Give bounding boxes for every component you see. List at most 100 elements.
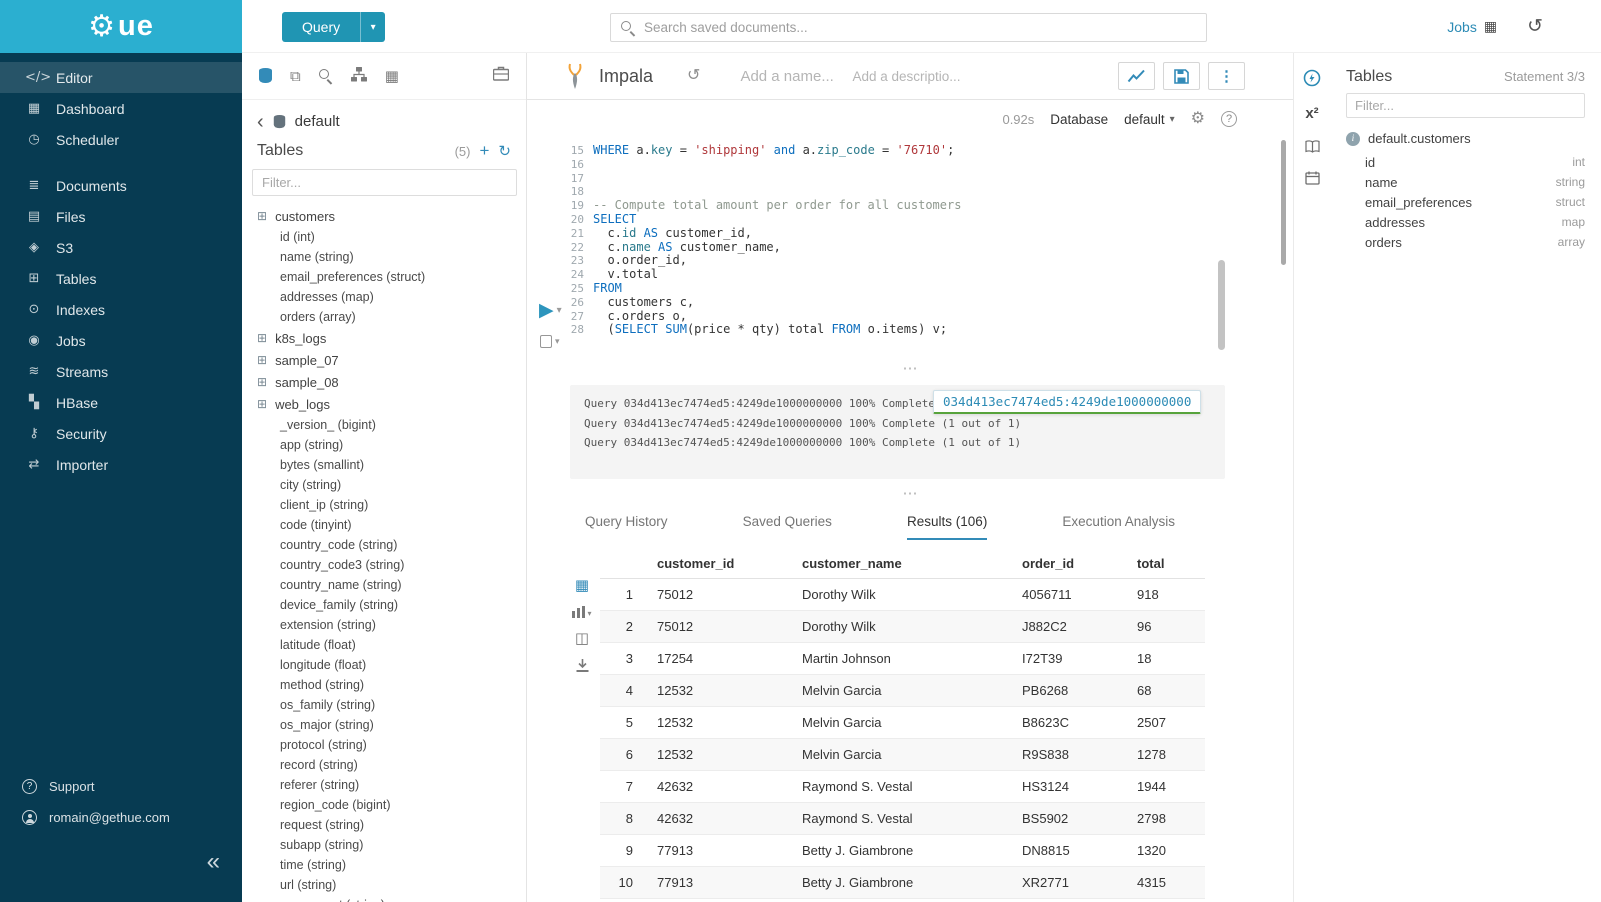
column-item[interactable]: city (string) <box>242 475 526 495</box>
assistant-icon[interactable] <box>1303 69 1321 87</box>
chart-button[interactable] <box>1118 62 1155 90</box>
code-line[interactable]: 22 c.name AS customer_name, <box>567 241 1293 255</box>
column-item[interactable]: os_major (string) <box>242 715 526 735</box>
editor-scrollbar[interactable] <box>1218 260 1225 350</box>
new-query-button[interactable]: Query ▾ <box>282 12 385 42</box>
column-item[interactable]: longitude (float) <box>242 655 526 675</box>
resize-handle-icon[interactable] <box>527 364 1293 377</box>
column-item[interactable]: user_agent (string) <box>242 895 526 902</box>
column-item[interactable]: url (string) <box>242 875 526 895</box>
sidebar-item-security[interactable]: ⚷Security <box>0 418 242 449</box>
column-item[interactable]: country_name (string) <box>242 575 526 595</box>
column-item[interactable]: _version_ (bigint) <box>242 415 526 435</box>
snippet-menu[interactable]: ▾ <box>540 335 560 348</box>
sidebar-item-hbase[interactable]: ▚HBase <box>0 387 242 418</box>
collections-briefcase-icon[interactable] <box>493 66 509 86</box>
sidebar-item-files[interactable]: ▤Files <box>0 201 242 232</box>
table-row[interactable]: 1077913Betty J. GiambroneXR27714315 <box>600 867 1205 899</box>
sql-editor[interactable]: 15WHERE a.key = 'shipping' and a.zip_cod… <box>527 138 1293 338</box>
download-icon[interactable] <box>576 659 589 672</box>
databases-icon[interactable] <box>259 68 272 84</box>
table-row[interactable]: 317254Martin JohnsonI72T3918 <box>600 643 1205 675</box>
table-row[interactable]: 412532Melvin GarciaPB626868 <box>600 675 1205 707</box>
breadcrumb-database[interactable]: default <box>295 113 340 130</box>
column-item[interactable]: bytes (smallint) <box>242 455 526 475</box>
active-table[interactable]: i default.customers <box>1330 118 1601 152</box>
column-item[interactable]: subapp (string) <box>242 835 526 855</box>
column-item[interactable]: device_family (string) <box>242 595 526 615</box>
table-row[interactable]: 842632Raymond S. VestalBS59022798 <box>600 803 1205 835</box>
table-row[interactable]: 977913Betty J. GiambroneDN88151320 <box>600 835 1205 867</box>
more-actions-button[interactable]: ⋮ <box>1208 62 1245 90</box>
sidebar-item-streams[interactable]: ≋Streams <box>0 356 242 387</box>
assist-search-icon[interactable] <box>319 69 333 83</box>
language-reference-icon[interactable] <box>1305 140 1320 153</box>
column-item[interactable]: addresses (map) <box>242 287 526 307</box>
column-item[interactable]: protocol (string) <box>242 735 526 755</box>
column-item[interactable]: idint <box>1330 152 1601 172</box>
column-item[interactable]: os_family (string) <box>242 695 526 715</box>
chart-view-icon[interactable]: ▾ <box>572 606 591 618</box>
sidebar-item-tables[interactable]: ⊞Tables <box>0 263 242 294</box>
query-dropdown-caret-icon[interactable]: ▾ <box>360 12 385 42</box>
table-item[interactable]: ⊞web_logs <box>242 393 526 415</box>
documents-copy-icon[interactable]: ⧉ <box>290 67 301 85</box>
column-item[interactable]: region_code (bigint) <box>242 795 526 815</box>
column-item[interactable]: latitude (float) <box>242 635 526 655</box>
collapse-sidebar-button[interactable]: « <box>207 850 220 874</box>
refresh-icon[interactable]: ↻ <box>498 144 511 159</box>
sidebar-item-editor[interactable]: </>Editor <box>0 62 242 93</box>
execute-button[interactable]: ▶ <box>539 301 554 320</box>
table-row[interactable]: 612532Melvin GarciaR9S8381278 <box>600 739 1205 771</box>
code-line[interactable]: 16 <box>567 158 1293 172</box>
sitemap-icon[interactable] <box>351 67 367 86</box>
column-item[interactable]: referer (string) <box>242 775 526 795</box>
column-header[interactable]: customer_name <box>790 548 1010 579</box>
query-description-input[interactable] <box>852 69 980 84</box>
column-item[interactable]: email_preferences (struct) <box>242 267 526 287</box>
column-item[interactable]: addressesmap <box>1330 212 1601 232</box>
table-item[interactable]: ⊞customers <box>242 205 526 227</box>
expand-results-icon[interactable]: ◫ <box>575 631 589 646</box>
code-line[interactable]: 17 <box>567 172 1293 186</box>
code-line[interactable]: 26 customers c, <box>567 296 1293 310</box>
table-row[interactable]: 742632Raymond S. VestalHS31241944 <box>600 771 1205 803</box>
code-line[interactable]: 21 c.id AS customer_id, <box>567 227 1293 241</box>
sidebar-item-jobs[interactable]: ◉Jobs <box>0 325 242 356</box>
code-line[interactable]: 18 <box>567 185 1293 199</box>
table-item[interactable]: ⊞sample_07 <box>242 349 526 371</box>
sidebar-item-documents[interactable]: ≣Documents <box>0 170 242 201</box>
execute-options-caret-icon[interactable]: ▾ <box>557 305 562 316</box>
column-header[interactable]: total <box>1125 548 1205 579</box>
column-item[interactable]: orders (array) <box>242 307 526 327</box>
user-menu[interactable]: romain@gethue.com <box>0 802 242 833</box>
table-item[interactable]: ⊞sample_08 <box>242 371 526 393</box>
tab-execution-analysis[interactable]: Execution Analysis <box>1062 514 1175 540</box>
column-item[interactable]: namestring <box>1330 172 1601 192</box>
column-item[interactable]: code (tinyint) <box>242 515 526 535</box>
column-item[interactable]: extension (string) <box>242 615 526 635</box>
column-header[interactable]: customer_id <box>645 548 790 579</box>
document-search[interactable] <box>610 13 1207 42</box>
help-icon[interactable]: ? <box>1221 111 1237 127</box>
column-item[interactable]: app (string) <box>242 435 526 455</box>
right-filter-input[interactable] <box>1346 93 1585 118</box>
column-item[interactable]: name (string) <box>242 247 526 267</box>
settings-gear-icon[interactable]: ⚙ <box>1191 111 1205 127</box>
code-line[interactable]: 19-- Compute total amount per order for … <box>567 199 1293 213</box>
code-line[interactable]: 15WHERE a.key = 'shipping' and a.zip_cod… <box>567 144 1293 158</box>
functions-icon[interactable]: x² <box>1305 105 1318 122</box>
table-row[interactable]: 275012Dorothy WilkJ882C296 <box>600 611 1205 643</box>
code-line[interactable]: 25FROM <box>567 282 1293 296</box>
column-item[interactable]: method (string) <box>242 675 526 695</box>
column-item[interactable]: record (string) <box>242 755 526 775</box>
query-history-icon[interactable]: ↺ <box>687 68 700 84</box>
sidebar-item-dashboard[interactable]: ▦Dashboard <box>0 93 242 124</box>
column-item[interactable]: country_code (string) <box>242 535 526 555</box>
code-line[interactable]: 28 (SELECT SUM(price * qty) total FROM o… <box>567 323 1293 337</box>
column-item[interactable]: country_code3 (string) <box>242 555 526 575</box>
code-line[interactable]: 20SELECT <box>567 213 1293 227</box>
sidebar-item-indexes[interactable]: ⊙Indexes <box>0 294 242 325</box>
column-item[interactable]: time (string) <box>242 855 526 875</box>
column-header[interactable]: order_id <box>1010 548 1125 579</box>
